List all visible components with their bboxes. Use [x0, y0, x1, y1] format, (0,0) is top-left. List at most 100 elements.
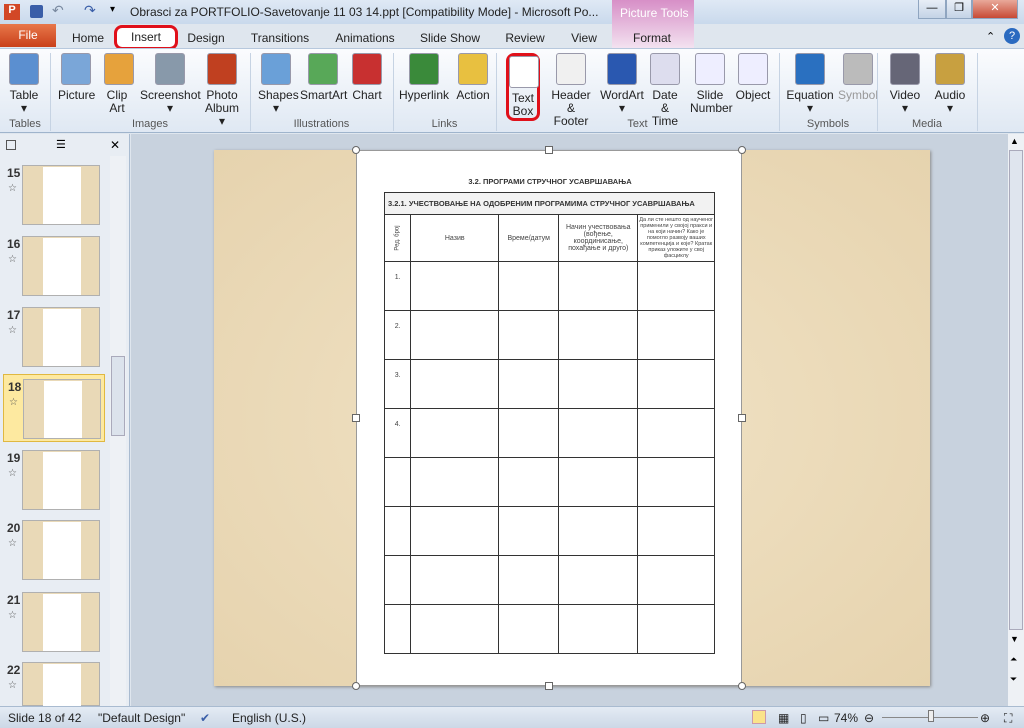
thumbnail-image [22, 662, 100, 721]
object-button[interactable]: Object [734, 53, 772, 102]
tab-format[interactable]: Format [624, 28, 680, 48]
minimize-button[interactable]: — [918, 0, 946, 19]
minimize-ribbon-icon[interactable]: ⌃ [986, 30, 995, 43]
maximize-button[interactable]: ❐ [946, 0, 972, 19]
photo-album-button[interactable]: Photo Album ▾ [202, 53, 242, 128]
button-sublabel: Box [512, 104, 534, 118]
slide-number-button[interactable]: Slide Number [690, 53, 733, 115]
help-icon[interactable]: ? [1004, 28, 1020, 44]
button-sublabel: Number [690, 101, 733, 115]
smartart-button[interactable]: SmartArt [300, 53, 347, 102]
table-button[interactable]: Table ▾ [8, 53, 40, 115]
thumbnail-image [22, 165, 100, 225]
screenshot-button[interactable]: Screenshot ▾ [140, 53, 201, 115]
fit-to-window-icon[interactable]: ⛶ [1004, 711, 1012, 726]
reading-view-icon[interactable]: ▯ [800, 711, 807, 725]
action-button[interactable]: Action [454, 53, 492, 102]
video-button[interactable]: Video ▾ [888, 53, 922, 115]
tab-review[interactable]: Review [500, 28, 550, 48]
thumbnail-scrollbar[interactable] [110, 156, 126, 706]
redo-icon[interactable]: ↷ [84, 2, 96, 19]
resize-handle[interactable] [738, 682, 746, 690]
hyperlink-button[interactable]: Hyperlink [398, 53, 450, 102]
resize-handle[interactable] [545, 146, 553, 154]
slides-tab-icon[interactable] [6, 140, 16, 150]
tab-design[interactable]: Design [182, 28, 230, 48]
vertical-scrollbar[interactable]: ▲ ▼ ⏶ ⏷ [1007, 134, 1024, 706]
previous-slide-icon[interactable]: ⏶ [1010, 654, 1017, 665]
zoom-in-icon[interactable]: ⊕ [980, 711, 990, 725]
slide-sorter-icon[interactable]: ▦ [778, 711, 789, 725]
tab-transitions[interactable]: Transitions [246, 28, 314, 48]
animation-star-icon: ☆ [9, 397, 18, 408]
chart-button[interactable]: Chart [350, 53, 384, 102]
spellcheck-icon[interactable]: ✔ [200, 711, 210, 725]
tab-animations[interactable]: Animations [330, 28, 400, 48]
audio-button[interactable]: Audio ▾ [932, 53, 968, 115]
text-box-button[interactable]: Text Box [506, 53, 540, 121]
close-button[interactable]: ✕ [972, 0, 1018, 19]
slide-thumbnail-20[interactable]: 20 ☆ [3, 516, 105, 584]
close-pane-icon[interactable]: ✕ [110, 138, 120, 152]
button-label: Chart [352, 88, 382, 102]
resize-handle[interactable] [352, 146, 360, 154]
slide-number: 20 [7, 521, 21, 535]
clip-art-button[interactable]: Clip Art [104, 53, 134, 115]
slides-pane: ☰ ✕ 15 ☆ 16 ☆ 17 ☆ 18 ☆ 19 ☆ 20 ☆ 21 ☆ 22 ☆ [0, 134, 130, 721]
zoom-level[interactable]: 74% [834, 711, 858, 725]
equation-button[interactable]: Equation ▾ [784, 53, 836, 115]
table-row: 2. [383, 310, 715, 360]
slide-thumbnail-17[interactable]: 17 ☆ [3, 303, 105, 371]
scroll-thumb[interactable] [1009, 150, 1023, 630]
next-slide-icon[interactable]: ⏷ [1010, 674, 1017, 685]
powerpoint-logo-icon[interactable]: P [4, 4, 20, 20]
scroll-thumb[interactable] [111, 356, 125, 436]
tab-slide-show[interactable]: Slide Show [416, 28, 484, 48]
button-sublabel: ▾ [20, 101, 28, 115]
save-icon[interactable] [30, 5, 43, 18]
slide-thumbnail-16[interactable]: 16 ☆ [3, 232, 105, 300]
table-row: 1. [383, 261, 715, 311]
wordart-button[interactable]: WordArt ▾ [598, 53, 646, 115]
shapes-button[interactable]: Shapes ▾ [258, 53, 299, 115]
scroll-down-icon[interactable]: ▼ [1010, 634, 1019, 644]
customize-qat-icon[interactable]: ▾ [110, 4, 115, 15]
normal-view-icon[interactable] [752, 710, 766, 724]
tab-insert[interactable]: Insert [114, 25, 178, 50]
button-label: Picture [58, 88, 96, 102]
slide-thumbnail-21[interactable]: 21 ☆ [3, 588, 105, 656]
row-number: 4. [383, 408, 412, 458]
header-footer-button[interactable]: Header & Footer [548, 53, 594, 128]
resize-handle[interactable] [352, 414, 360, 422]
theme-name[interactable]: "Default Design" [98, 711, 185, 725]
animation-star-icon: ☆ [8, 538, 17, 549]
symbol-button[interactable]: Symbol [838, 53, 878, 102]
outline-tab-icon[interactable]: ☰ [56, 138, 66, 151]
zoom-slider-thumb[interactable] [927, 710, 934, 722]
scroll-up-icon[interactable]: ▲ [1010, 136, 1019, 146]
undo-icon[interactable]: ↶ [52, 2, 64, 19]
language[interactable]: English (U.S.) [232, 711, 306, 725]
tab-home[interactable]: Home [66, 28, 110, 48]
table-row [383, 555, 715, 605]
tab-view[interactable]: View [564, 28, 604, 48]
resize-handle[interactable] [545, 682, 553, 690]
slide-thumbnail-18[interactable]: 18 ☆ [3, 374, 105, 442]
slide-thumbnail-22[interactable]: 22 ☆ [3, 658, 105, 721]
zoom-out-icon[interactable]: ⊖ [864, 711, 874, 725]
hyperlink-icon [409, 53, 439, 85]
date-time-button[interactable]: Date & Time [648, 53, 682, 128]
resize-handle[interactable] [352, 682, 360, 690]
slideshow-icon[interactable]: ▭ [818, 711, 829, 725]
resize-handle[interactable] [738, 414, 746, 422]
slide-thumbnail-19[interactable]: 19 ☆ [3, 446, 105, 514]
resize-handle[interactable] [738, 146, 746, 154]
animation-star-icon: ☆ [8, 325, 17, 336]
symbol-icon [843, 53, 873, 85]
slide-thumbnail-15[interactable]: 15 ☆ [3, 161, 105, 229]
thumbnail-image [22, 236, 100, 296]
button-sublabel: Art [109, 101, 125, 115]
picture-button[interactable]: Picture [58, 53, 96, 102]
shapes-icon [261, 53, 291, 85]
date-icon [650, 53, 680, 85]
